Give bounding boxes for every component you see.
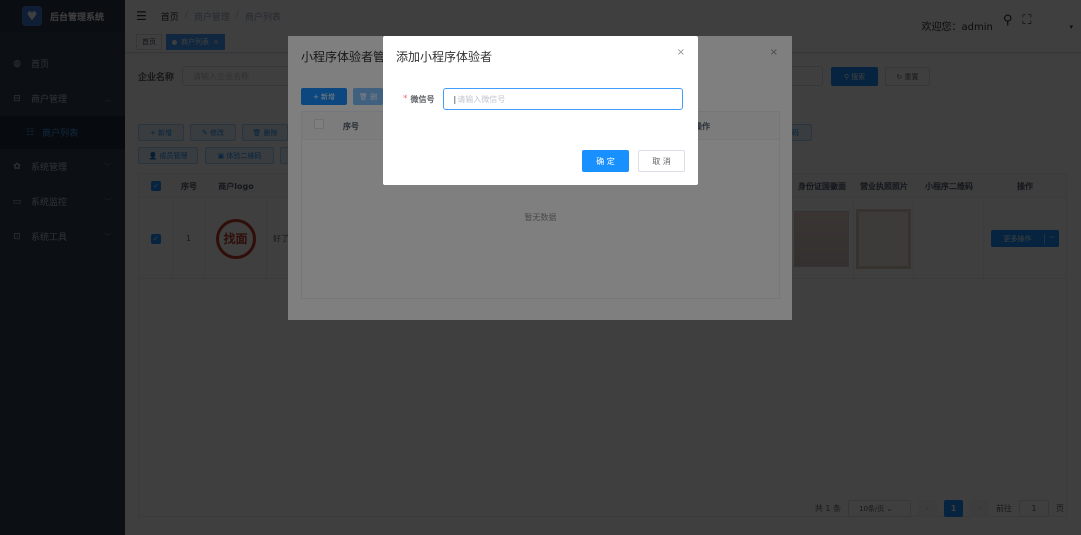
wechat-field-row: * 微信号 | 请输入微信号 xyxy=(403,88,683,110)
close-icon[interactable]: × xyxy=(677,47,685,58)
required-asterisk: * xyxy=(403,94,408,104)
text-cursor: | xyxy=(453,94,457,104)
wechat-input[interactable]: | 请输入微信号 xyxy=(442,88,683,110)
add-tester-dialog: 添加小程序体验者 × * 微信号 | 请输入微信号 确 定 取 消 xyxy=(383,36,698,185)
confirm-button[interactable]: 确 定 xyxy=(582,150,629,172)
add-tester-dialog-title: 添加小程序体验者 xyxy=(396,50,493,64)
cancel-button[interactable]: 取 消 xyxy=(638,150,685,172)
wechat-label: 微信号 xyxy=(410,94,435,104)
wechat-placeholder: 请输入微信号 xyxy=(457,94,506,104)
